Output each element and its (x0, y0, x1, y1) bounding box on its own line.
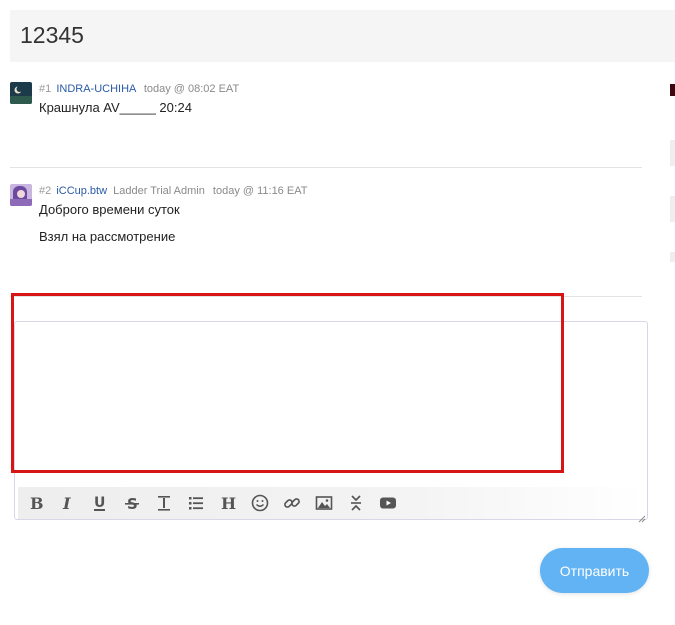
svg-text:I: I (62, 494, 71, 512)
horizontal-rule-icon[interactable] (154, 493, 174, 513)
sidebar-edge-strip (670, 196, 675, 222)
post-1: #1 INDRA-UCHIHA today @ 08:02 EAT Крашну… (10, 82, 642, 152)
underline-icon[interactable]: U (90, 493, 110, 513)
strikethrough-icon[interactable]: S (122, 493, 142, 513)
post-author-link[interactable]: INDRA-UCHIHA (56, 83, 135, 95)
post-message-line: Доброго времени суток (39, 202, 180, 217)
thread-title-bar: 12345 (10, 10, 675, 62)
post-divider (10, 296, 642, 297)
post-2: #2 iCCup.btw Ladder Trial Admin today @ … (10, 184, 642, 284)
thread-title: 12345 (20, 22, 84, 48)
youtube-icon[interactable] (378, 493, 398, 513)
sidebar-edge-strip (670, 140, 675, 166)
editor-toolbar: B I U S H (18, 487, 644, 519)
collapse-icon[interactable] (346, 493, 366, 513)
post-author-role: Ladder Trial Admin (113, 185, 205, 197)
reply-textarea[interactable] (15, 322, 647, 482)
sidebar-edge-strip (670, 252, 675, 262)
post-message-line: Крашнула AV_____ 20:24 (39, 100, 192, 115)
list-icon[interactable] (186, 493, 206, 513)
italic-icon[interactable]: I (58, 493, 78, 513)
post-message-line: Взял на рассмотрение (39, 229, 176, 244)
post-divider (10, 167, 642, 168)
post-number[interactable]: #2 (39, 185, 51, 197)
send-button[interactable]: Отправить (540, 548, 649, 593)
svg-text:U: U (94, 495, 105, 511)
link-icon[interactable] (282, 493, 302, 513)
svg-text:H: H (221, 494, 236, 512)
sidebar-edge-thumbnail (670, 84, 675, 96)
emoji-icon[interactable] (250, 493, 270, 513)
heading-icon[interactable]: H (218, 493, 238, 513)
avatar[interactable] (10, 184, 32, 206)
resize-handle[interactable] (638, 510, 646, 523)
reply-editor: B I U S H (14, 321, 648, 523)
bold-icon[interactable]: B (26, 493, 46, 513)
avatar[interactable] (10, 82, 32, 104)
svg-text:B: B (30, 494, 44, 512)
post-number[interactable]: #1 (39, 83, 51, 95)
post-meta: #2 iCCup.btw Ladder Trial Admin today @ … (39, 185, 307, 197)
post-timestamp: today @ 11:16 EAT (212, 185, 308, 197)
post-meta: #1 INDRA-UCHIHA today @ 08:02 EAT (39, 83, 239, 95)
post-author-link[interactable]: iCCup.btw (56, 185, 107, 197)
post-timestamp: today @ 08:02 EAT (143, 83, 240, 95)
image-icon[interactable] (314, 493, 334, 513)
